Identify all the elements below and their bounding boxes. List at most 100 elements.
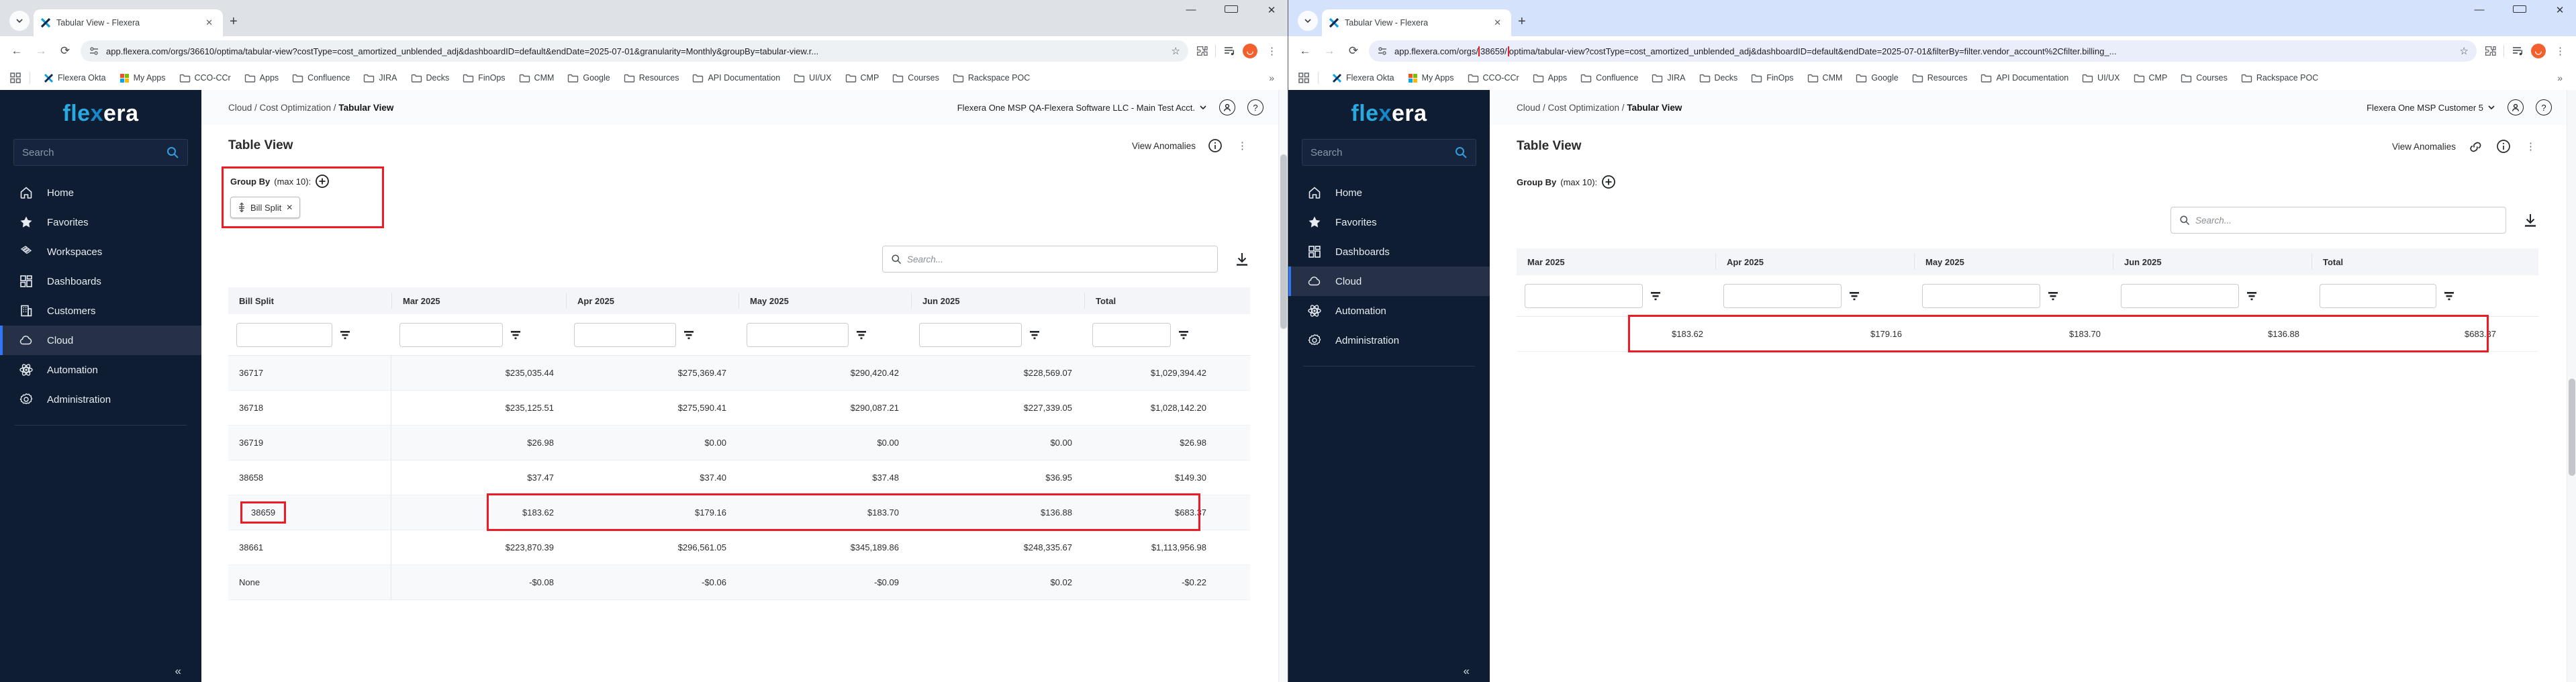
table-search[interactable] — [882, 246, 1218, 273]
sidebar-item-favorites[interactable]: Favorites — [1288, 207, 1490, 237]
table-search-input[interactable] — [907, 254, 1209, 264]
bookmark-item[interactable]: FinOps — [1746, 70, 1799, 86]
browser-menu-icon[interactable]: ⋮ — [2553, 45, 2568, 57]
column-header[interactable]: Apr 2025 — [566, 293, 738, 309]
playlist-extension-icon[interactable] — [1223, 44, 1236, 58]
bookmark-star-icon[interactable]: ☆ — [1172, 45, 1180, 57]
reload-button[interactable]: ⟳ — [56, 44, 74, 58]
column-header[interactable]: Jun 2025 — [2113, 254, 2311, 270]
column-filter-input[interactable] — [1092, 323, 1171, 347]
site-settings-icon[interactable] — [1377, 46, 1388, 56]
sidebar-item-administration[interactable]: Administration — [0, 385, 201, 414]
bookmark-item[interactable]: My Apps — [114, 70, 171, 86]
table-row[interactable]: 38658$37.47$37.40$37.48$36.95$149.30 — [228, 460, 1250, 495]
address-bar[interactable]: app.flexera.com/orgs/38659/optima/tabula… — [1369, 40, 2477, 62]
column-header[interactable]: Mar 2025 — [391, 293, 566, 309]
table-row[interactable]: $183.62$179.16$183.70$136.88$683.37 — [1517, 317, 2538, 352]
sidebar-item-customers[interactable]: Customers — [0, 296, 201, 326]
view-anomalies-link[interactable]: View Anomalies — [2392, 142, 2456, 152]
bookmark-item[interactable]: CMP — [2128, 70, 2173, 86]
tab-search-button[interactable] — [9, 11, 30, 31]
sidebar-item-home[interactable]: Home — [1288, 178, 1490, 207]
minimize-button[interactable]: — — [2473, 4, 2486, 16]
bookmark-item[interactable]: My Apps — [1402, 70, 1460, 86]
table-row[interactable]: 38661$223,870.39$296,561.05$345,189.86$2… — [228, 530, 1250, 565]
sidebar-collapse-button[interactable]: « — [175, 665, 180, 678]
help-icon[interactable]: ? — [1247, 99, 1263, 115]
bookmark-item[interactable]: Confluence — [1575, 70, 1643, 86]
bookmark-item[interactable]: API Documentation — [687, 70, 785, 86]
view-anomalies-link[interactable]: View Anomalies — [1132, 141, 1196, 151]
user-avatar-icon[interactable] — [2508, 99, 2524, 115]
forward-button[interactable]: → — [32, 44, 50, 58]
tab-search-button[interactable] — [1298, 11, 1318, 31]
browser-menu-icon[interactable]: ⋮ — [1264, 45, 1280, 57]
sidebar-item-cloud[interactable]: Cloud — [1288, 266, 1490, 296]
browser-tab[interactable]: Tabular View - Flexera ✕ — [1322, 9, 1511, 36]
table-menu-icon[interactable]: ⋮ — [1235, 140, 1250, 152]
column-header[interactable]: Total — [1084, 293, 1219, 309]
sidebar-item-cloud[interactable]: Cloud — [0, 326, 201, 355]
bookmark-item[interactable]: Decks — [406, 70, 455, 86]
column-filter-input[interactable] — [919, 323, 1022, 347]
sidebar-item-dashboards[interactable]: Dashboards — [0, 266, 201, 296]
close-button[interactable]: ✕ — [1265, 4, 1278, 16]
bookmark-item[interactable]: Google — [562, 70, 615, 86]
filter-icon[interactable] — [855, 330, 867, 340]
filter-icon[interactable] — [339, 330, 351, 340]
sidebar-item-automation[interactable]: Automation — [1288, 296, 1490, 326]
bookmark-item[interactable]: CMP — [840, 70, 885, 86]
sidebar-item-dashboards[interactable]: Dashboards — [1288, 237, 1490, 266]
bookmarks-overflow-icon[interactable]: » — [2553, 72, 2567, 83]
filter-icon[interactable] — [1848, 291, 1860, 301]
sidebar-search[interactable] — [13, 139, 188, 166]
column-filter-input[interactable] — [2320, 284, 2436, 308]
sidebar-search[interactable] — [1302, 139, 1476, 166]
column-header[interactable]: Total — [2311, 254, 2508, 270]
scrollbar-thumb[interactable] — [1280, 154, 1287, 329]
tab-close-icon[interactable]: ✕ — [202, 16, 216, 30]
bookmark-item[interactable]: JIRA — [1646, 70, 1690, 86]
monosnap-extension-icon[interactable]: ◡ — [1243, 44, 1257, 58]
download-icon[interactable] — [2522, 212, 2538, 228]
bookmark-item[interactable]: JIRA — [358, 70, 402, 86]
monosnap-extension-icon[interactable]: ◡ — [2531, 44, 2546, 58]
filter-icon[interactable] — [683, 330, 695, 340]
back-button[interactable]: ← — [8, 44, 26, 58]
bookmark-item[interactable]: UI/UX — [2077, 70, 2125, 86]
bookmark-item[interactable]: API Documentation — [1975, 70, 2074, 86]
back-button[interactable]: ← — [1296, 44, 1314, 58]
filter-icon[interactable] — [510, 330, 522, 340]
restore-button[interactable] — [2513, 4, 2526, 16]
sidebar-item-favorites[interactable]: Favorites — [0, 207, 201, 237]
filter-icon[interactable] — [1650, 291, 1662, 301]
bookmark-item[interactable]: Apps — [1527, 70, 1573, 86]
table-row[interactable]: 36719$26.98$0.00$0.00$0.00$26.98 — [228, 426, 1250, 460]
table-row[interactable]: 38659$183.62$179.16$183.70$136.88$683.37 — [228, 495, 1250, 530]
bookmark-item[interactable]: Resources — [1907, 70, 1973, 86]
table-row[interactable]: 36717$235,035.44$275,369.47$290,420.42$2… — [228, 356, 1250, 391]
column-filter-input[interactable] — [236, 323, 332, 347]
playlist-extension-icon[interactable] — [2511, 44, 2524, 58]
sidebar-search-input[interactable] — [22, 147, 166, 158]
restore-button[interactable] — [1225, 4, 1238, 16]
filter-icon[interactable] — [2246, 291, 2258, 301]
bookmark-item[interactable]: Google — [1850, 70, 1903, 86]
bookmark-item[interactable]: Rackspace POC — [2236, 70, 2324, 86]
extensions-icon[interactable] — [1195, 44, 1208, 58]
column-header[interactable]: Bill Split — [228, 293, 391, 309]
extensions-icon[interactable] — [2483, 44, 2497, 58]
bookmark-item[interactable]: FinOps — [457, 70, 510, 86]
chip-remove-icon[interactable]: ✕ — [286, 203, 293, 212]
table-row[interactable]: 36718$235,125.51$275,590.41$290,087.21$2… — [228, 391, 1250, 426]
bookmark-item[interactable]: CMM — [514, 70, 560, 86]
unlink-icon[interactable] — [2468, 138, 2484, 154]
close-button[interactable]: ✕ — [2553, 4, 2567, 16]
add-group-by-icon[interactable] — [1601, 175, 1616, 189]
help-icon[interactable]: ? — [2536, 99, 2552, 115]
bookmark-item[interactable]: Rackspace POC — [947, 70, 1035, 86]
sidebar-collapse-button[interactable]: « — [1464, 665, 1468, 678]
bookmark-item[interactable]: CMM — [1802, 70, 1848, 86]
bookmark-item[interactable]: UI/UX — [788, 70, 837, 86]
column-filter-input[interactable] — [574, 323, 676, 347]
